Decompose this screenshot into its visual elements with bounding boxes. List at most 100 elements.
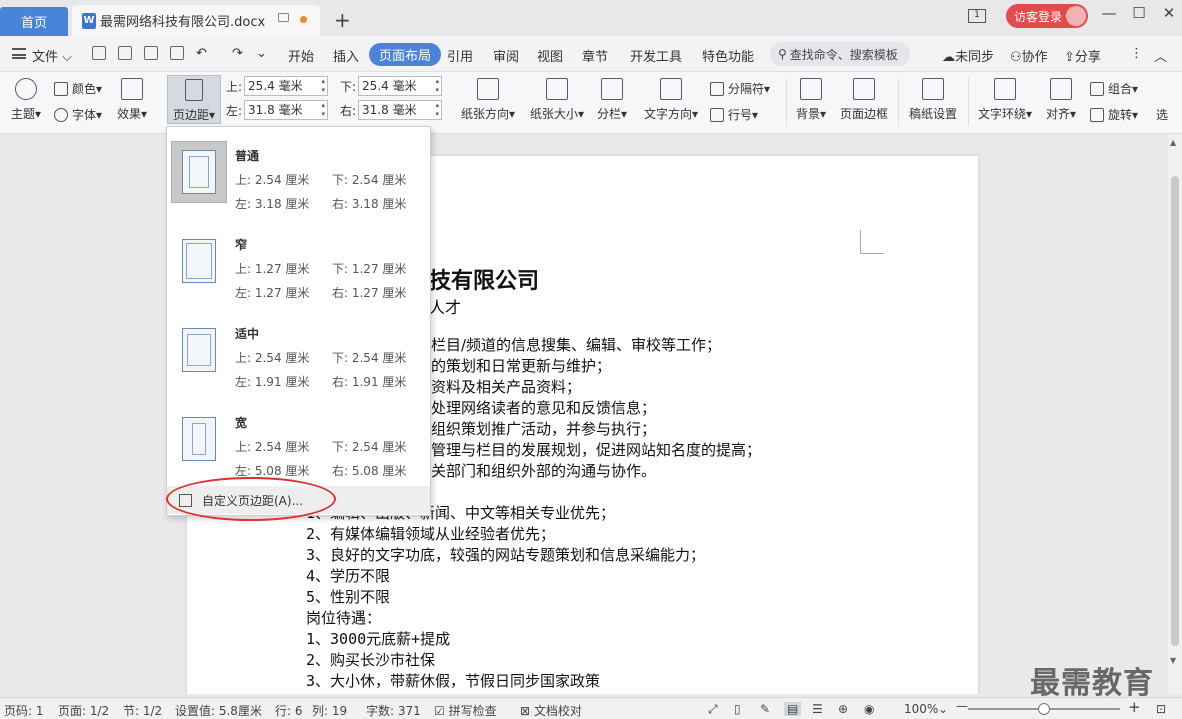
preview-icon[interactable] [170,46,184,60]
status-col[interactable]: 列: 19 [312,702,347,719]
menu-start[interactable]: 开始 [288,46,314,65]
bottom-margin-input[interactable]: 25.4 毫米 [358,76,443,96]
menu-icon[interactable] [12,48,26,59]
unsynced-button[interactable]: ☁未同步 [942,46,994,65]
doc-proof-button[interactable]: ⊠ 文档校对 [520,702,582,719]
margin-preset-narrow[interactable]: 窄 上: 1.27 厘米 下: 1.27 厘米 左: 1.27 厘米 右: 1.… [167,226,432,315]
status-bar: 页码: 1 页面: 1/2 节: 1/2 设置值: 5.8厘米 行: 6 列: … [0,697,1182,719]
search-icon: ⚲ [778,47,787,61]
manuscript-button[interactable]: 稿纸设置 [904,78,962,122]
bottom-margin-spinner[interactable]: 下: 25.4 毫米 [340,76,443,96]
edit-mode-icon[interactable]: ✎ [760,702,770,716]
menu-special[interactable]: 特色功能 [702,46,754,65]
doc-line: 的策划和日常更新与维护； [431,357,612,375]
zoom-slider[interactable] [968,703,1120,715]
search-input[interactable]: ⚲ 查找命令、搜索模板 [770,42,910,66]
visitor-login-label: 访客登录 [1014,9,1063,24]
zoom-out-icon[interactable]: — [956,699,968,713]
zoom-slider-knob[interactable] [1038,703,1050,715]
orientation-button[interactable]: 纸张方向▾ [458,78,518,122]
background-button[interactable]: 背景▾ [792,78,830,122]
line-number-icon [710,107,724,122]
eye-protection-icon[interactable]: ◉ [864,702,874,716]
collapse-ribbon-icon[interactable]: ︿ [1154,46,1167,65]
right-margin-spinner[interactable]: 右: 31.8 毫米 [340,100,443,120]
doc-line: 1、3000元底薪+提成 [306,630,451,648]
top-margin-input[interactable]: 25.4 毫米 [244,76,329,96]
separator-button[interactable]: 分隔符 ▾ [710,80,770,97]
fit-page-icon[interactable]: ⊡ [1156,702,1166,716]
spell-check-button[interactable]: ☑ 拼写检查 [434,702,497,719]
status-words[interactable]: 字数: 371 [366,702,421,719]
tab-home[interactable]: 首页 [0,7,68,36]
fullscreen-icon[interactable]: ⤢ [708,702,718,717]
scroll-up-icon[interactable]: ▲ [1170,138,1176,147]
collaborate-button[interactable]: ⚇协作 [1010,46,1048,65]
export-icon[interactable] [118,46,132,60]
page-border-button[interactable]: 页面边框 [836,78,892,122]
monitor-icon[interactable] [278,13,289,22]
web-view-icon[interactable]: ⊕ [838,702,848,716]
align-button[interactable]: 对齐▾ [1042,78,1080,122]
ribbon: 主题▾ 颜色▾ 字体▾ 效果▾ 页边距▾ 上:25.4 毫米 下:25.4 毫米… [0,72,1182,134]
menu-insert[interactable]: 插入 [333,46,359,65]
vertical-scrollbar[interactable]: ▲ ▼ [1168,134,1182,694]
redo-icon[interactable]: ↷ [232,46,243,61]
select-button[interactable]: 选 [1156,106,1168,123]
effect-button[interactable]: 效果▾ [114,78,150,122]
more-icon[interactable]: ⋮ [1130,46,1143,61]
text-wrap-button[interactable]: 文字环绕▾ [974,78,1036,122]
new-tab-button[interactable]: + [334,8,351,32]
status-page-code[interactable]: 页码: 1 [4,702,44,719]
right-margin-input[interactable]: 31.8 毫米 [358,100,443,120]
group-button[interactable]: 组合 ▾ [1090,80,1138,97]
menu-developer[interactable]: 开发工具 [630,46,682,65]
scroll-down-icon[interactable]: ▼ [1170,656,1176,665]
theme-button[interactable]: 主题▾ [8,78,44,122]
reading-mode-icon[interactable]: ▯ [734,702,741,716]
menu-view[interactable]: 视图 [537,46,563,65]
zoom-level[interactable]: 100% [904,702,938,716]
font-button[interactable]: 字体 ▾ [54,106,102,123]
margin-preset-normal[interactable]: 普通 上: 2.54 厘米 下: 2.54 厘米 左: 3.18 厘米 右: 3… [167,137,432,226]
tab-bar: 首页 W 最需网络科技有限公司.docx + 1 访客登录 — ☐ ✕ [0,0,1182,36]
menu-page-layout[interactable]: 页面布局 [369,43,442,66]
left-margin-spinner[interactable]: 左: 31.8 毫米 [226,100,329,120]
top-margin-spinner[interactable]: 上: 25.4 毫米 [226,76,329,96]
outline-view-icon[interactable]: ☰ [812,702,823,716]
margin-preset-moderate[interactable]: 适中 上: 2.54 厘米 下: 2.54 厘米 左: 1.91 厘米 右: 1… [167,315,432,404]
page-view-icon[interactable]: ▤ [784,702,802,716]
undo-icon[interactable]: ↶ [196,46,207,61]
quick-access-dropdown-icon[interactable]: ⌄ [256,46,267,61]
tab-document-title: 最需网络科技有限公司.docx [100,15,266,30]
status-section[interactable]: 节: 1/2 [123,702,162,719]
maximize-button[interactable]: ☐ [1126,4,1152,22]
menu-review[interactable]: 审阅 [493,46,519,65]
status-page[interactable]: 页面: 1/2 [58,702,109,719]
margin-button[interactable]: 页边距▾ [167,75,221,124]
line-number-button[interactable]: 行号 ▾ [710,106,758,123]
page-count-icon[interactable]: 1 [968,9,986,23]
status-setting[interactable]: 设置值: 5.8厘米 [175,702,262,719]
menu-chapter[interactable]: 章节 [582,46,608,65]
print-icon[interactable] [144,46,158,60]
left-margin-input[interactable]: 31.8 毫米 [244,100,329,120]
menu-file[interactable]: 文件 ⌵ [32,46,72,65]
text-direction-button[interactable]: 文字方向▾ [640,78,702,122]
save-icon[interactable] [92,46,106,60]
paper-size-button[interactable]: 纸张大小▾ [526,78,588,122]
tab-document[interactable]: W 最需网络科技有限公司.docx [72,5,320,36]
rotate-button[interactable]: 旋转 ▾ [1090,106,1138,123]
menu-reference[interactable]: 引用 [447,46,473,65]
visitor-login-button[interactable]: 访客登录 [1006,4,1088,28]
close-button[interactable]: ✕ [1156,4,1182,22]
scroll-thumb[interactable] [1171,176,1179,646]
preset-thumbnail [171,230,227,292]
zoom-dropdown-icon[interactable]: ⌄ [938,702,948,716]
minimize-button[interactable]: — [1096,4,1122,22]
color-button[interactable]: 颜色 ▾ [54,80,102,97]
columns-button[interactable]: 分栏▾ [594,78,630,122]
status-row[interactable]: 行: 6 [275,702,303,719]
page-border-icon [853,78,875,100]
share-button[interactable]: ⇪分享 [1064,46,1101,65]
